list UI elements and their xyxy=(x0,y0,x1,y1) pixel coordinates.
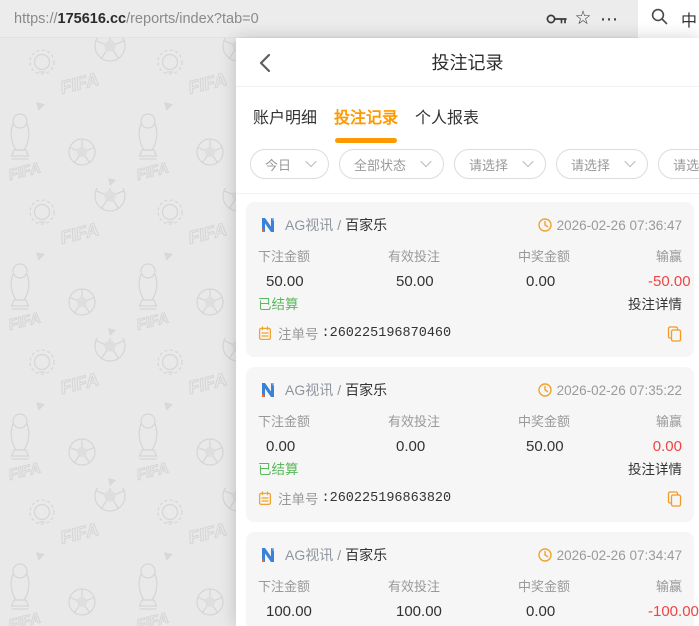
record-values: 50.00 50.00 0.00 -50.00 xyxy=(258,273,691,290)
tab-bar: 账户明细 投注记录 个人报表 xyxy=(236,87,699,145)
url-scheme: https:// xyxy=(14,10,58,27)
order-number-row: 注单号 : 260225196870460 xyxy=(258,323,682,343)
profit-loss: -50.00 xyxy=(648,273,691,290)
win-amount: 0.00 xyxy=(526,603,556,620)
separator: / xyxy=(337,547,342,563)
record-values: 0.00 0.00 50.00 0.00 xyxy=(258,438,682,455)
separator: / xyxy=(337,217,342,233)
panel-header: 投注记录 xyxy=(236,38,699,87)
game-provider: AG视讯 / 百家乐 xyxy=(258,215,387,235)
game-provider: AG视讯 / 百家乐 xyxy=(258,545,387,565)
chevron-down-icon xyxy=(522,155,534,167)
fifa-watermark-background: FIFA FIFA xyxy=(0,38,236,626)
clock-icon xyxy=(537,383,552,397)
reports-panel: 投注记录 账户明细 投注记录 个人报表 今日 全部状态 请选择 请选择 请选 A… xyxy=(236,38,699,626)
order-number: 260225196870460 xyxy=(329,325,452,341)
chevron-down-icon xyxy=(305,155,317,167)
record-time: 2026-02-26 07:35:22 xyxy=(537,383,682,398)
filter-bar: 今日 全部状态 请选择 请选择 请选择 xyxy=(236,145,699,194)
game-provider: AG视讯 / 百家乐 xyxy=(258,380,387,400)
valid-bet: 0.00 xyxy=(396,438,426,455)
bet-amount: 50.00 xyxy=(266,273,304,290)
order-label: 注单号 xyxy=(278,327,319,342)
order-number: 260225196863820 xyxy=(329,490,452,506)
ag-logo-icon xyxy=(262,218,274,232)
profit-loss: -100.00 xyxy=(648,603,699,620)
clock-icon xyxy=(537,548,552,562)
status-badge: 已结算 xyxy=(258,462,299,477)
receipt-icon xyxy=(258,490,272,506)
filter-status-select[interactable]: 全部状态 xyxy=(339,149,445,179)
order-label: 注单号 xyxy=(278,492,319,507)
filter-select-5[interactable]: 请选择 xyxy=(658,149,699,179)
separator: / xyxy=(337,382,342,398)
chevron-left-icon xyxy=(259,53,271,73)
clock-icon xyxy=(537,218,552,232)
translate-icon[interactable]: 中 xyxy=(681,7,697,31)
valid-bet: 100.00 xyxy=(396,603,442,620)
column-headers: 下注金额 有效投注 中奖金额 输赢 xyxy=(258,249,682,264)
url-path: /reports/index?tab=0 xyxy=(126,10,259,27)
column-headers: 下注金额 有效投注 中奖金额 输赢 xyxy=(258,579,682,594)
filter-select-4[interactable]: 请选择 xyxy=(556,149,649,179)
win-amount: 0.00 xyxy=(526,273,556,290)
record-list: AG视讯 / 百家乐 2026-02-26 07:36:47 下注金额 有效投注… xyxy=(236,194,699,626)
copy-icon[interactable] xyxy=(666,490,682,507)
filter-select-3[interactable]: 请选择 xyxy=(454,149,547,179)
url-host: 175616.cc xyxy=(57,10,127,27)
chevron-down-icon xyxy=(420,155,432,167)
win-amount: 50.00 xyxy=(526,438,564,455)
valid-bet: 50.00 xyxy=(396,273,434,290)
order-number-row: 注单号 : 260225196863820 xyxy=(258,488,682,508)
page-title: 投注记录 xyxy=(431,53,504,73)
url-text[interactable]: https://175616.cc/reports/index?tab=0 xyxy=(14,11,259,27)
chevron-down-icon xyxy=(624,155,636,167)
tab-account-details[interactable]: 账户明细 xyxy=(253,104,317,128)
receipt-icon xyxy=(258,325,272,341)
bet-record-card: AG视讯 / 百家乐 2026-02-26 07:36:47 下注金额 有效投注… xyxy=(246,202,694,357)
bet-record-card: AG视讯 / 百家乐 2026-02-26 07:35:22 下注金额 有效投注… xyxy=(246,367,694,522)
record-time: 2026-02-26 07:34:47 xyxy=(537,548,682,563)
search-icon[interactable] xyxy=(650,7,669,31)
browser-address-bar[interactable]: https://175616.cc/reports/index?tab=0 ☆ … xyxy=(0,0,699,38)
record-time: 2026-02-26 07:36:47 xyxy=(537,218,682,233)
ag-logo-icon xyxy=(262,548,274,562)
find-bar: 中 xyxy=(637,0,699,38)
back-button[interactable] xyxy=(258,52,274,74)
copy-icon[interactable] xyxy=(666,325,682,342)
record-values: 100.00 100.00 0.00 -100.00 xyxy=(258,603,699,620)
more-icon[interactable]: ⋯ xyxy=(596,10,622,28)
profit-loss: 0.00 xyxy=(652,438,682,455)
bet-detail-link[interactable]: 投注详情 xyxy=(628,458,682,478)
column-headers: 下注金额 有效投注 中奖金额 输赢 xyxy=(258,414,682,429)
tab-bet-records[interactable]: 投注记录 xyxy=(334,104,398,128)
ag-logo-icon xyxy=(262,383,274,397)
bet-record-card: AG视讯 / 百家乐 2026-02-26 07:34:47 下注金额 有效投注… xyxy=(246,532,699,626)
filter-date-select[interactable]: 今日 xyxy=(250,149,330,179)
bet-amount: 100.00 xyxy=(266,603,312,620)
key-icon[interactable] xyxy=(544,12,570,26)
tab-personal-report[interactable]: 个人报表 xyxy=(415,104,479,128)
star-icon[interactable]: ☆ xyxy=(570,9,596,28)
bet-amount: 0.00 xyxy=(266,438,296,455)
status-badge: 已结算 xyxy=(258,297,299,312)
bet-detail-link[interactable]: 投注详情 xyxy=(628,293,682,313)
